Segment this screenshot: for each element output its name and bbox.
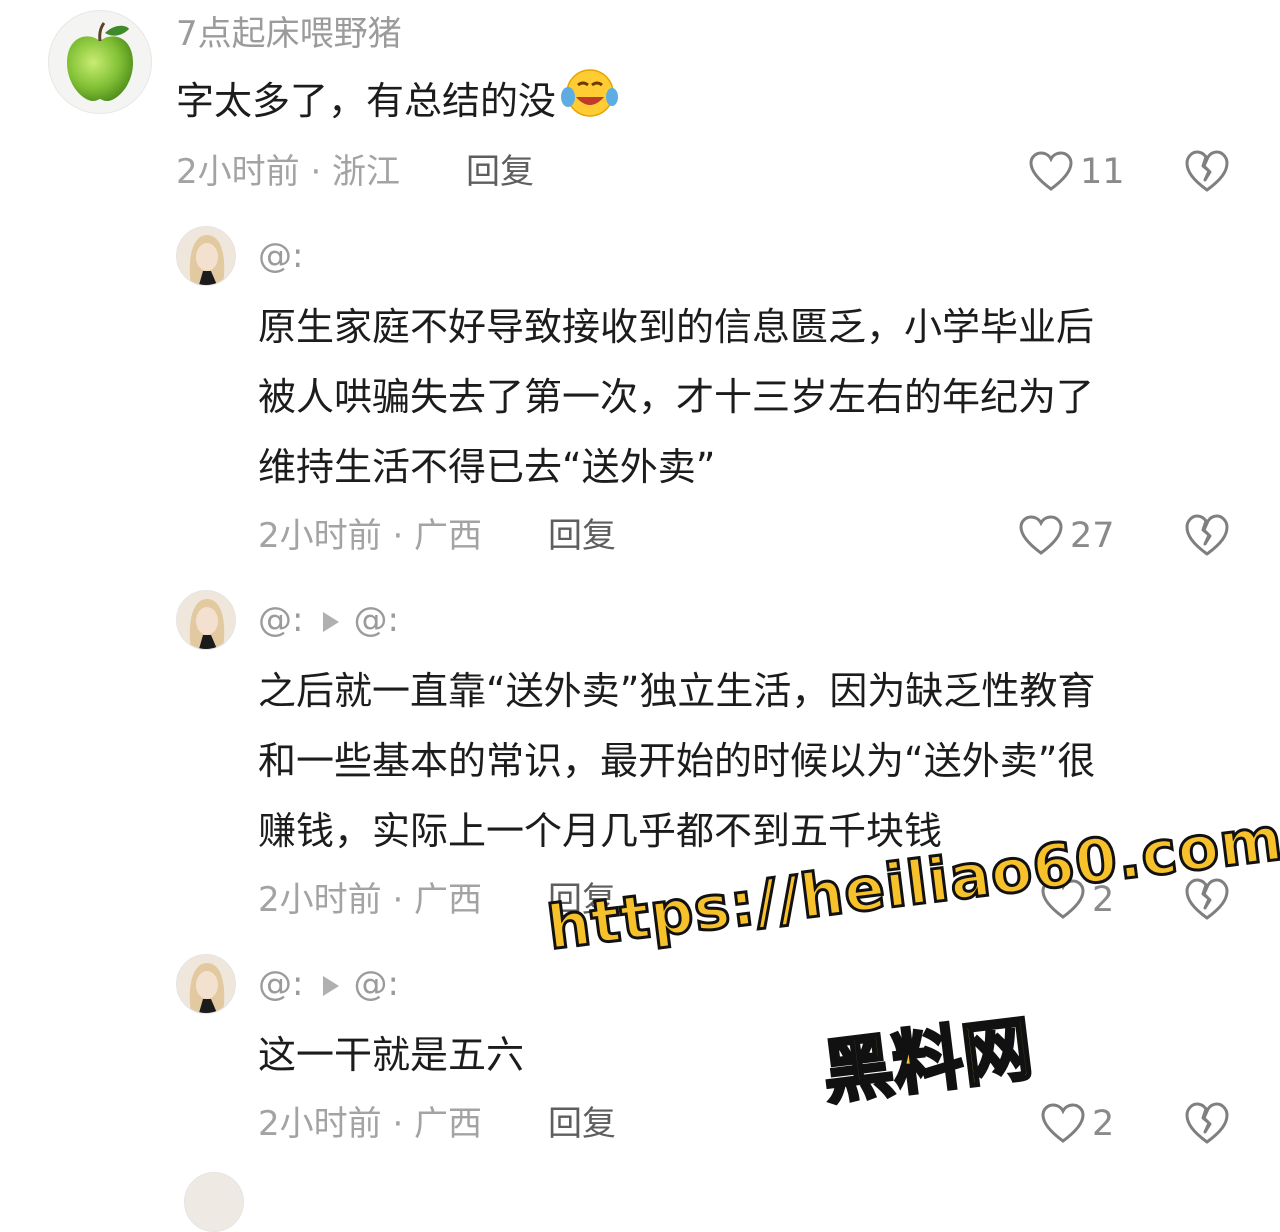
heart-outline-icon [1041, 1103, 1085, 1143]
like-button[interactable]: 11 [1028, 150, 1125, 194]
timestamp-location: 2小时前 · 广西 [258, 1104, 483, 1144]
avatar[interactable] [176, 226, 236, 286]
like-button[interactable]: 27 [1018, 514, 1115, 558]
comment-text-line: 原生家庭不好导致接收到的信息匮乏，小学毕业后 [258, 305, 1095, 349]
timestamp-location: 2小时前 · 广西 [258, 880, 483, 920]
like-count: 27 [1070, 516, 1115, 556]
reply-to-username[interactable]: @: [353, 964, 398, 1004]
dislike-button[interactable] [1184, 1102, 1230, 1150]
comment-text-line: 之后就一直靠“送外卖”独立生活，因为缺乏性教育 [258, 669, 1096, 713]
avatar[interactable] [176, 590, 236, 650]
watermark-site-name: 黑料网 [817, 1006, 1038, 1116]
dislike-button[interactable] [1184, 150, 1230, 198]
play-arrow-icon [323, 975, 340, 996]
dislike-button[interactable] [1184, 514, 1230, 562]
reply-header: @: @: [258, 962, 399, 1006]
avatar[interactable] [184, 1172, 244, 1232]
user-avatar-icon [177, 955, 235, 1013]
comment-text-line: 维持生活不得已去“送外卖” [258, 445, 716, 489]
broken-heart-icon [1185, 1102, 1229, 1144]
comment-text-line: 和一些基本的常识，最开始的时候以为“送外卖”很 [258, 739, 1096, 783]
reply-header: @: @: [258, 598, 399, 642]
reply-button[interactable]: 回复 [548, 514, 616, 558]
like-count: 11 [1080, 152, 1125, 192]
reply-button[interactable]: 回复 [466, 150, 534, 194]
comment-text-line: 被人哄骗失去了第一次，才十三岁左右的年纪为了 [258, 375, 1095, 419]
timestamp-location: 2小时前 · 广西 [258, 516, 483, 556]
avatar[interactable] [176, 954, 236, 1014]
avatar[interactable] [48, 10, 152, 114]
user-avatar-icon [177, 227, 235, 285]
like-button[interactable]: 2 [1040, 1102, 1114, 1146]
heart-outline-icon [1029, 151, 1073, 191]
comment-text-line: 赚钱，实际上一个月几乎都不到五千块钱 [258, 809, 943, 853]
comment-text: 字太多了，有总结的没 [176, 66, 619, 141]
green-apple-icon [67, 22, 133, 101]
username[interactable]: @: [258, 600, 303, 640]
laughing-crying-emoji-icon [560, 67, 619, 141]
play-arrow-icon [323, 611, 340, 632]
reply-button[interactable]: 回复 [548, 1102, 616, 1146]
broken-heart-icon [1185, 150, 1229, 192]
like-count: 2 [1092, 1104, 1115, 1144]
reply-to-username[interactable]: @: [353, 600, 398, 640]
timestamp-location: 2小时前 · 浙江 [176, 152, 401, 192]
broken-heart-icon [1185, 514, 1229, 556]
heart-outline-icon [1019, 515, 1063, 555]
username[interactable]: @: [258, 234, 303, 278]
username[interactable]: @: [258, 964, 303, 1004]
user-avatar-icon [177, 591, 235, 649]
comment-text-line: 这一干就是五六 [258, 1033, 525, 1077]
username[interactable]: 7点起床喂野猪 [176, 12, 402, 56]
